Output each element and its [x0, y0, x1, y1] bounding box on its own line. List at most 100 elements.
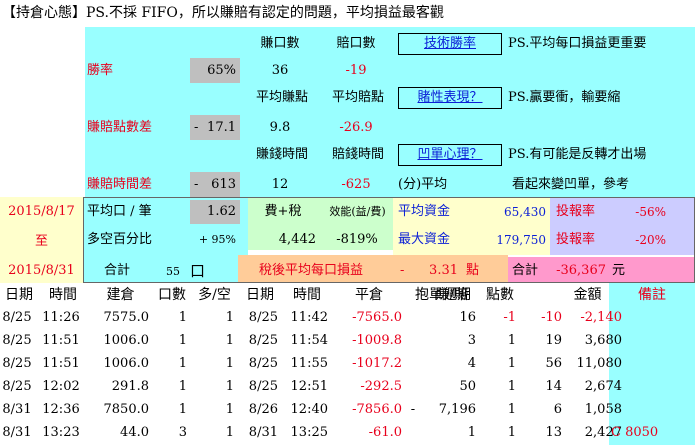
cell-close-time: 11:55 [290, 356, 328, 371]
cell-amount: -2,140 [580, 310, 622, 325]
cell-long-short: 1 [225, 310, 234, 325]
cell-close-price: -1009.8 [352, 333, 402, 348]
date-end: 2015/8/31 [8, 263, 75, 278]
header-close-price: 平倉 [355, 287, 383, 303]
cell-lots: 1 [178, 402, 187, 417]
cell-holding-period: 1 [467, 425, 476, 440]
note-bag-holding: 看起來變凹單，參考 [512, 177, 630, 192]
win-time-value: 12 [271, 177, 289, 192]
sheet-title: 【持倉心態】PS.不採 FIFO，所以賺賠有認定的問題，平均損益最客觀 [2, 5, 444, 21]
cell-lots: 1 [178, 379, 187, 394]
cell-lots: 1 [178, 310, 187, 325]
cell-amount: 1,058 [584, 402, 622, 417]
cell-close-date: 8/31 [248, 425, 278, 440]
lose-time-value: -625 [341, 177, 371, 192]
note-avg-per-lot: PS.平均每口損益更重要 [508, 36, 647, 51]
cell-long-short: 1 [225, 425, 234, 440]
cell-close-price: -61.0 [368, 425, 402, 440]
cell-open-time: 12:02 [42, 379, 80, 394]
cell-close-price: -7856.0 [352, 402, 402, 417]
header-amount: 金額 [573, 287, 602, 303]
cell-amount: 11,080 [576, 356, 623, 371]
cell-open-time: 12:36 [42, 402, 80, 417]
header-close-date: 日期 [246, 287, 274, 303]
cell-close-price: -7565.0 [352, 310, 402, 325]
avg-lose-points-value: -26.9 [339, 120, 373, 135]
gambling-performance-button[interactable]: 賭性表現？ [398, 87, 502, 109]
time-diff-sign: - [194, 177, 199, 192]
point-diff-cell: - 17.1 [190, 115, 240, 140]
cell-close-date: 8/25 [248, 310, 278, 325]
cell-remarks: C 8050 [611, 425, 659, 440]
date-to: 至 [34, 234, 48, 249]
note-reversal: PS.有可能是反轉才出場 [508, 147, 647, 162]
time-diff-cell: - 613 [190, 172, 240, 197]
time-diff-label: 賺賠時間差 [87, 177, 153, 192]
header-lose-count: 賠口數 [336, 36, 376, 51]
cell-amount: 2,674 [584, 379, 622, 394]
cell-open-price: 1006.0 [103, 333, 150, 348]
cell-open-date: 8/25 [2, 310, 32, 325]
cell-points: 56 [545, 356, 562, 371]
summary-frame [83, 197, 695, 283]
cell-open-price: 7575.0 [103, 310, 150, 325]
avg-win-points-value: 9.8 [269, 120, 291, 135]
cell-open-date: 8/25 [2, 379, 32, 394]
cell-open-date: 8/31 [2, 425, 32, 440]
cell-long-short: 1 [225, 356, 234, 371]
win-rate-value: 65% [190, 58, 240, 83]
header-points: 點數 [486, 287, 514, 303]
date-start: 2015/8/17 [8, 204, 75, 219]
cell-close-time: 12:51 [290, 379, 328, 394]
cell-close-date: 8/25 [248, 333, 278, 348]
time-unit-label: (分)平均 [398, 177, 448, 192]
time-diff-value: 613 [211, 177, 236, 192]
point-diff-sign: - [194, 120, 199, 135]
header-remarks: 備註 [638, 287, 666, 303]
cell-lots: 1 [178, 356, 187, 371]
win-rate-label: 勝率 [87, 63, 114, 78]
cell-open-time: 11:51 [42, 333, 80, 348]
header-open-date: 日期 [5, 287, 33, 303]
cell-win-lose: 1 [507, 379, 516, 394]
cell-long-short: 1 [225, 402, 234, 417]
lose-count-value: -19 [345, 63, 367, 78]
cell-open-date: 8/25 [2, 333, 32, 348]
header-close-time: 時間 [293, 287, 321, 303]
cell-close-date: 8/25 [248, 379, 278, 394]
header-long-short: 多/空 [198, 287, 231, 303]
win-count-value: 36 [271, 63, 289, 78]
cell-open-time: 11:26 [42, 310, 80, 325]
cell-points: 13 [545, 425, 562, 440]
cell-points: -10 [541, 310, 562, 325]
cell-period-sign: - [410, 402, 416, 417]
header-open-price: 建倉 [106, 287, 135, 303]
cell-close-time: 13:25 [290, 425, 328, 440]
cell-win-lose: 1 [507, 356, 516, 371]
cell-open-time: 11:51 [42, 356, 80, 371]
point-diff-label: 賺賠點數差 [87, 120, 153, 135]
cell-close-time: 11:42 [290, 310, 328, 325]
technical-win-rate-button[interactable]: 技術勝率 [398, 33, 502, 55]
cell-points: 19 [545, 333, 562, 348]
cell-close-price: -1017.2 [352, 356, 402, 371]
cell-holding-period: 16 [459, 310, 476, 325]
cell-holding-period: 50 [459, 379, 476, 394]
bag-holding-button[interactable]: 凹單心理？ [398, 144, 502, 166]
header-avg-lose-points: 平均賠點 [331, 90, 384, 105]
cell-open-price: 291.8 [111, 379, 149, 394]
header-win-lose: 賺/賠 [435, 287, 469, 303]
cell-win-lose: -1 [503, 310, 516, 325]
cell-close-price: -292.5 [360, 379, 402, 394]
cell-win-lose: 1 [507, 402, 516, 417]
cell-open-time: 13:23 [42, 425, 80, 440]
header-win-time: 賺錢時間 [255, 147, 308, 162]
cell-close-time: 11:54 [290, 333, 328, 348]
cell-open-price: 44.0 [120, 425, 149, 440]
cell-amount: 3,680 [584, 333, 622, 348]
cell-open-date: 8/25 [2, 356, 32, 371]
cell-holding-period: 3 [467, 333, 476, 348]
cell-close-date: 8/26 [248, 402, 278, 417]
cell-long-short: 1 [225, 333, 234, 348]
cell-open-price: 7850.0 [103, 402, 150, 417]
